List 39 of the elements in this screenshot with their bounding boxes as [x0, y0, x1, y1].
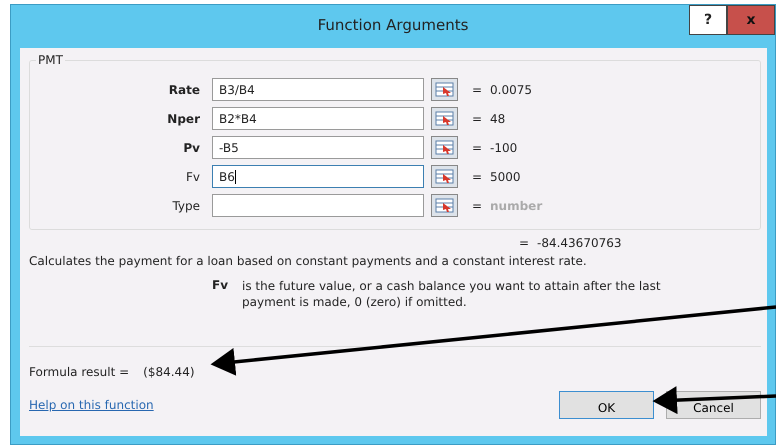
equals-sign: = — [472, 170, 484, 184]
argument-field[interactable]: B3/B4 — [212, 78, 424, 101]
equals-sign: = — [472, 140, 484, 154]
window-title: Function Arguments — [318, 16, 468, 34]
argument-result: 48 — [490, 112, 506, 126]
argument-label: Type — [171, 198, 201, 212]
argument-field[interactable]: -B5 — [212, 136, 424, 159]
argument-description: is the future value, or a cash balance you want to attain after the last payment is made, 0 (zero) if omitted. — [242, 278, 662, 310]
equals-sign: = — [472, 198, 484, 212]
argument-label: Nper — [166, 112, 201, 126]
formula-result-label: Formula result = — [29, 365, 130, 379]
range-select-icon[interactable] — [431, 165, 458, 188]
argument-label: Fv — [184, 170, 201, 184]
argument-field[interactable] — [212, 194, 424, 217]
range-select-icon[interactable] — [431, 78, 458, 101]
formula-result-value: ($84.44) — [143, 365, 195, 379]
equals-sign: = — [472, 82, 484, 96]
argument-field[interactable]: B2*B4 — [212, 107, 424, 130]
help-button[interactable]: ? — [689, 5, 727, 35]
close-button[interactable]: x — [727, 5, 775, 35]
argument-label: Rate — [168, 82, 201, 96]
argument-result: -100 — [490, 140, 518, 154]
argument-result: 0.0075 — [490, 82, 532, 96]
argument-label: Pv — [182, 140, 201, 154]
function-description: Calculates the payment for a loan based on constant payments and a constant interest rate. — [29, 254, 588, 268]
range-select-icon[interactable] — [431, 136, 458, 159]
range-select-icon[interactable] — [431, 107, 458, 130]
help-link[interactable]: Help on this function — [29, 398, 154, 412]
range-select-icon[interactable] — [431, 194, 458, 217]
ok-button[interactable]: OK — [559, 391, 654, 419]
equals-sign: = — [472, 112, 484, 126]
group-title: PMT — [36, 53, 65, 67]
function-result: -84.43670763 — [537, 236, 622, 250]
equals-sign: = — [519, 236, 530, 250]
text-cursor — [234, 170, 236, 184]
argument-field[interactable]: B6 — [212, 165, 424, 188]
argument-result: number — [490, 198, 542, 212]
argument-name: Fv — [212, 278, 228, 294]
argument-result: 5000 — [490, 170, 521, 184]
